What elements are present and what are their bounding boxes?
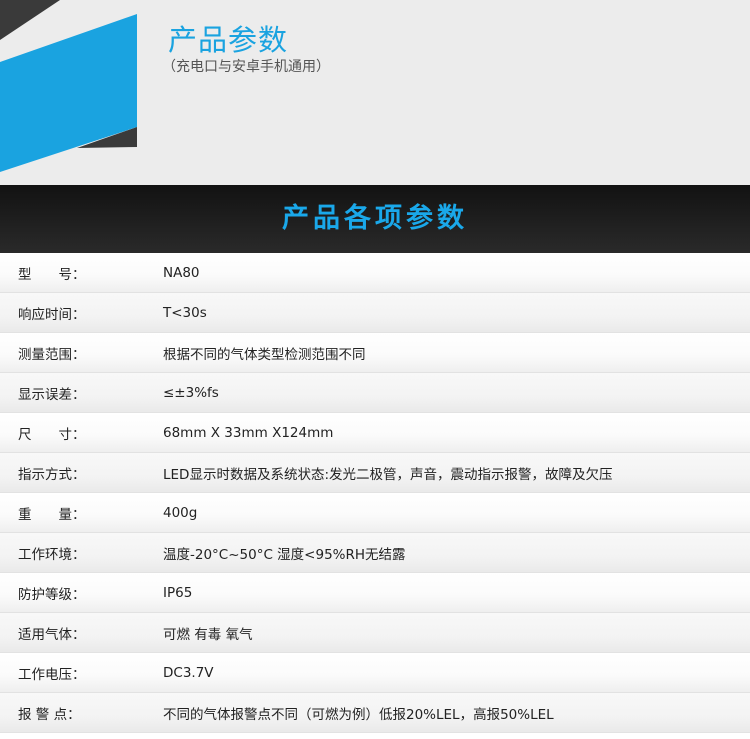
spec-value: DC3.7V bbox=[163, 665, 214, 681]
spec-row-indication: 指示方式： LED显示时数据及系统状态:发光二极管，声音，震动指示报警，故障及欠… bbox=[0, 453, 750, 493]
spec-value: 根据不同的气体类型检测范围不同 bbox=[163, 347, 366, 363]
page-subtitle: （充电口与安卓手机通用） bbox=[162, 59, 330, 75]
spec-row-protection: 防护等级： IP65 bbox=[0, 573, 750, 613]
spec-row-weight: 重 量： 400g bbox=[0, 493, 750, 533]
spec-value: 温度-20°C~50°C 湿度<95%RH无结露 bbox=[163, 547, 406, 563]
spec-value: LED显示时数据及系统状态:发光二极管，声音，震动指示报警，故障及欠压 bbox=[163, 467, 613, 483]
spec-label: 响应时间： bbox=[18, 307, 86, 323]
spec-value: 68mm X 33mm X124mm bbox=[163, 425, 334, 441]
spec-label: 报 警 点： bbox=[18, 707, 81, 723]
spec-label: 显示误差： bbox=[18, 387, 86, 403]
section-banner: 产品各项参数 bbox=[0, 185, 750, 253]
spec-label: 工作环境： bbox=[18, 547, 86, 563]
spec-label: 工作电压： bbox=[18, 667, 86, 683]
page-title: 产品参数 bbox=[168, 23, 289, 57]
spec-row-measure-range: 测量范围： 根据不同的气体类型检测范围不同 bbox=[0, 333, 750, 373]
spec-row-voltage: 工作电压： DC3.7V bbox=[0, 653, 750, 693]
spec-value: IP65 bbox=[163, 585, 193, 601]
section-title: 产品各项参数 bbox=[282, 203, 468, 234]
spec-value: ≤±3%fs bbox=[163, 385, 219, 401]
spec-label: 型 号： bbox=[18, 267, 86, 283]
spec-row-alarm: 报 警 点： 不同的气体报警点不同（可燃为例）低报20%LEL，高报50%LEL bbox=[0, 693, 750, 733]
spec-value: NA80 bbox=[163, 265, 200, 281]
spec-label: 尺 寸： bbox=[18, 427, 86, 443]
spec-row-model: 型 号： NA80 bbox=[0, 253, 750, 293]
spec-row-response-time: 响应时间： T<30s bbox=[0, 293, 750, 333]
spec-value: 可燃 有毒 氧气 bbox=[163, 627, 253, 643]
spec-value: T<30s bbox=[163, 305, 207, 321]
spec-row-size: 尺 寸： 68mm X 33mm X124mm bbox=[0, 413, 750, 453]
spec-value: 400g bbox=[163, 505, 198, 521]
spec-row-display-error: 显示误差： ≤±3%fs bbox=[0, 373, 750, 413]
spec-value: 不同的气体报警点不同（可燃为例）低报20%LEL，高报50%LEL bbox=[163, 707, 554, 723]
spec-label: 防护等级： bbox=[18, 587, 86, 603]
spec-row-environment: 工作环境： 温度-20°C~50°C 湿度<95%RH无结露 bbox=[0, 533, 750, 573]
spec-row-gas: 适用气体： 可燃 有毒 氧气 bbox=[0, 613, 750, 653]
spec-label: 重 量： bbox=[18, 507, 86, 523]
spec-label: 适用气体： bbox=[18, 627, 86, 643]
spec-table: 型 号： NA80 响应时间： T<30s 测量范围： 根据不同的气体类型检测范… bbox=[0, 253, 750, 733]
spec-label: 指示方式： bbox=[18, 467, 86, 483]
spec-label: 测量范围： bbox=[18, 347, 86, 363]
header: 产品参数 （充电口与安卓手机通用） bbox=[0, 0, 750, 185]
